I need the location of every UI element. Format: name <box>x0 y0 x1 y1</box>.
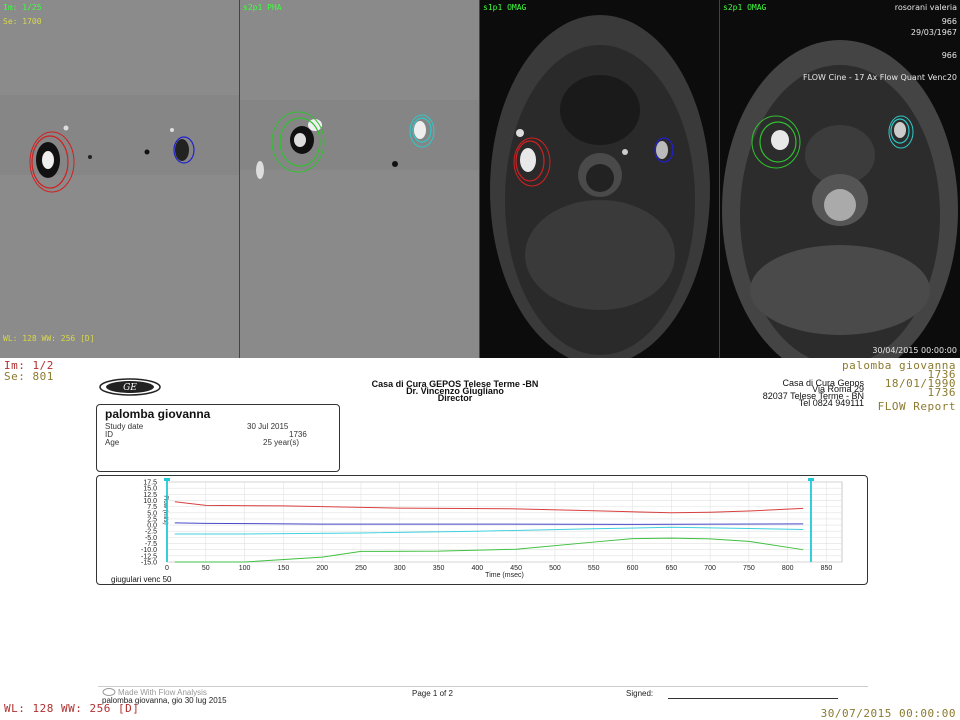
tile4-patient-id: 966 <box>941 17 957 26</box>
overlay-series-number: Se: 801 <box>4 370 54 383</box>
overlay-id2: 1736 <box>927 386 956 399</box>
tile4-series: 966 <box>941 51 957 60</box>
magnitude-image-1 <box>480 0 719 358</box>
tile4-dob: 29/03/1967 <box>910 28 957 37</box>
logo-text: GE <box>123 383 137 393</box>
address-line-4: Tel 0824 949111 <box>798 398 864 408</box>
x-tick-label: 600 <box>627 565 639 572</box>
plot-area <box>166 481 843 563</box>
patient-name: palomba giovanna <box>105 407 211 421</box>
tile4-label: s2p1 OMAG <box>723 3 767 12</box>
image-viewer-strip: Im: 1/25 Se: 1700 WL: 128 WW: 256 [D] s2… <box>0 0 960 358</box>
time-marker-handle-2 <box>807 478 814 481</box>
x-tick-label: 450 <box>510 565 522 572</box>
tile1-series-number: Se: 1700 <box>3 17 42 26</box>
phase-image-2 <box>240 0 479 358</box>
patient-info-box: palomba giovanna Study date 30 Jul 2015 … <box>96 404 340 472</box>
report-role: Director <box>437 393 473 403</box>
tile3-label: s1p1 OMAG <box>483 3 527 12</box>
x-tick-label: 100 <box>239 565 251 572</box>
flow-chart-box: 17.5 15.0 12.5 10.0 7.5 5.0 2.5 0.0 -2.5 -5.0 -7.5… <box>96 475 868 585</box>
x-tick-label: 350 <box>433 565 445 572</box>
x-tick-label: 400 <box>472 565 484 572</box>
y-tick-label: -15.0 <box>141 560 157 567</box>
magnitude-image-2 <box>720 0 960 358</box>
tile4-protocol: FLOW Cine - 17 Ax Flow Quant Venc20 <box>802 73 957 82</box>
x-tick-label: 700 <box>704 565 716 572</box>
tile-divider <box>239 0 240 358</box>
footer-page-number: Page 1 of 2 <box>412 689 453 698</box>
signature-line <box>668 698 838 699</box>
x-tick-label: 50 <box>202 565 210 572</box>
ge-footer-logo-icon <box>102 688 116 696</box>
info-key-age: Age <box>105 438 120 447</box>
x-tick-label: 0 <box>165 565 169 572</box>
x-tick-label: 800 <box>782 565 794 572</box>
x-tick-label: 750 <box>743 565 755 572</box>
tile2-label: s2p1 PHA <box>243 3 282 12</box>
x-tick-label: 250 <box>355 565 367 572</box>
viewport-magnitude-2[interactable]: s2p1 OMAG rosorani valeria 966 29/03/196… <box>720 0 960 358</box>
flow-report-viewport[interactable]: Im: 1/2 Se: 801 palomba giovanna 1736 18… <box>0 358 960 720</box>
tile4-datetime: 30/04/2015 00:00:00 <box>872 346 957 355</box>
time-marker-handle-1 <box>164 478 170 481</box>
tile-divider <box>719 0 720 358</box>
overlay-report-type: FLOW Report <box>877 400 956 413</box>
tile4-patient-name: rosorani valeria <box>894 3 957 12</box>
footer-divider <box>98 686 868 687</box>
info-value-study-date: 30 Jul 2015 <box>247 422 289 431</box>
ge-logo-icon: GE <box>99 378 161 396</box>
overlay-window-level: WL: 128 WW: 256 [D] <box>4 702 140 715</box>
x-tick-label: 500 <box>549 565 561 572</box>
x-tick-label: 150 <box>278 565 290 572</box>
tile1-window-level: WL: 128 WW: 256 [D] <box>3 334 95 343</box>
phase-image-1 <box>0 0 239 358</box>
tile1-image-number: Im: 1/25 <box>3 3 42 12</box>
x-tick-label: 550 <box>588 565 600 572</box>
x-tick-label: 850 <box>821 565 833 572</box>
x-axis-label: Time (msec) <box>485 572 524 579</box>
viewport-phase-1[interactable]: Im: 1/25 Se: 1700 WL: 128 WW: 256 [D] <box>0 0 239 358</box>
x-tick-label: 300 <box>394 565 406 572</box>
x-tick-label: 650 <box>665 565 677 572</box>
tile-divider <box>479 0 480 358</box>
overlay-datetime: 30/07/2015 00:00:00 <box>820 707 956 720</box>
x-tick-label: 200 <box>316 565 328 572</box>
viewport-magnitude-1[interactable]: s1p1 OMAG <box>480 0 719 358</box>
info-value-age: 25 year(s) <box>263 438 300 447</box>
footer-signed-label: Signed: <box>626 689 654 698</box>
flow-chart: 17.515.012.510.07.55.02.50.0-2.5-5.0-7.5… <box>141 478 843 579</box>
viewport-phase-2[interactable]: s2p1 PHA <box>240 0 479 358</box>
chart-caption: giugulari venc 50 <box>111 575 172 584</box>
